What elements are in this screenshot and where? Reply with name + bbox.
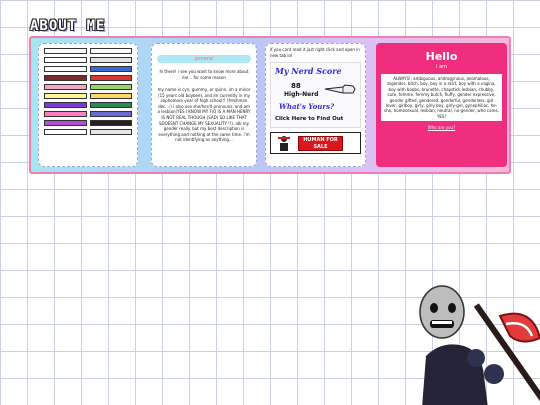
character-illustration (419, 285, 540, 405)
about-panel: general hi there! i see you want to know… (29, 36, 511, 174)
nerd-note: if you cant read it just right click and… (270, 47, 360, 58)
sale-tag: HUMAN FOR SALE (298, 136, 343, 151)
character-eye (430, 303, 438, 313)
stamp (44, 93, 87, 99)
pointing-hand-icon (324, 84, 356, 94)
who-are-you-link[interactable]: Who are you? (381, 125, 502, 130)
nerd-score-ad[interactable]: My Nerd Score 88 High-Nerd What's Yours?… (270, 62, 361, 128)
character-hand (484, 364, 504, 384)
stamp (89, 93, 132, 99)
person-icon (278, 136, 290, 151)
nerd-rank: High-Nerd (284, 91, 319, 98)
bio-column: general hi there! i see you want to know… (151, 43, 257, 167)
stamp (89, 102, 132, 108)
stamp (44, 84, 87, 90)
hello-subtitle: I am (436, 64, 447, 70)
stamp (44, 48, 87, 54)
stamp-grid (44, 48, 132, 135)
stamp (89, 75, 132, 81)
page-title: ABOUT ME (30, 18, 106, 34)
stamp (44, 120, 87, 126)
stamp (44, 57, 87, 63)
stamp (44, 102, 87, 108)
hello-column: Hello I am ALWAYS!, ambiguous, androgyno… (376, 43, 507, 167)
stamp (89, 57, 132, 63)
axe-head (498, 312, 540, 343)
nerd-ad-title: My Nerd Score (275, 66, 342, 76)
stamp (44, 129, 87, 135)
stamps-column (38, 43, 138, 167)
hello-title: Hello (425, 50, 458, 63)
hello-body: ALWAYS!, ambiguous, androgynous, anomalo… (381, 74, 502, 122)
stamp (44, 66, 87, 72)
stamp (89, 84, 132, 90)
stamp (89, 111, 132, 117)
nerd-column: if you cant read it just right click and… (265, 43, 366, 167)
bio-title: general (157, 55, 251, 63)
bio-intro: hi there! i see you want to know more ab… (159, 69, 249, 80)
stamp (89, 48, 132, 54)
stamp (89, 66, 132, 72)
stamp (89, 120, 132, 126)
nerd-click-link[interactable]: Click Here to Find Out (275, 116, 343, 122)
human-for-sale-banner: HUMAN FOR SALE (270, 132, 361, 154)
character-teeth (432, 321, 452, 324)
character-eye (448, 303, 456, 313)
character-hand (467, 349, 485, 367)
stamp (89, 129, 132, 135)
nerd-whats-yours: What's Yours? (279, 102, 335, 111)
nerd-score-value: 88 (291, 82, 301, 90)
stamp (44, 111, 87, 117)
bio-text: my name is cyn, gummy, or quinn. im a mi… (157, 87, 251, 143)
character-head (419, 285, 465, 339)
stamp (44, 75, 87, 81)
